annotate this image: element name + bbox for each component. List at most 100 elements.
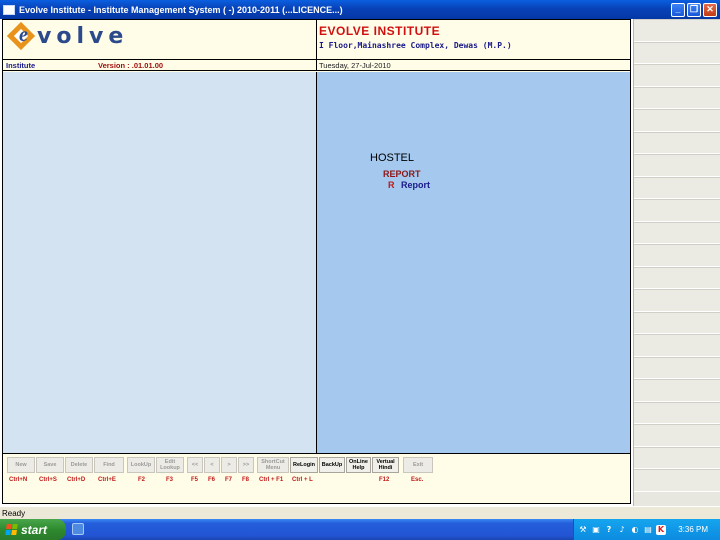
menu-panel: HOSTEL REPORT R Report (317, 72, 630, 453)
evolve-logo: e volve (6, 21, 129, 51)
system-clock[interactable]: 3:36 PM (678, 525, 708, 534)
last-record-button[interactable]: >> (238, 457, 254, 473)
shortcut-menu-shortcut: Ctrl + F1 (259, 477, 284, 483)
status-text: Ready (2, 509, 26, 518)
backup-button[interactable]: BackUp (319, 457, 345, 473)
system-tray: ⚒ ▣ ? ♪ ◐ ▤ K 3:36 PM (573, 519, 720, 540)
relogin-shortcut: Ctrl + L (292, 477, 313, 483)
side-panel-cell (634, 244, 720, 267)
edit-lookup-shortcut: F3 (166, 477, 174, 483)
save-button[interactable]: Save (36, 457, 64, 473)
side-panel-cell (634, 154, 720, 177)
window-titlebar: Evolve Institute - Institute Management … (0, 0, 720, 19)
restore-button[interactable]: ❐ (687, 2, 701, 17)
lookup-button[interactable]: LookUp (127, 457, 155, 473)
logo-text: volve (37, 23, 129, 49)
side-panel-cell (634, 19, 720, 42)
online-help-button[interactable]: OnLine Help (346, 457, 371, 473)
module-label: Institute (6, 61, 36, 70)
new-button[interactable]: New (7, 457, 35, 473)
side-panel-cell (634, 401, 720, 424)
institute-address: I Floor,Mainashree Complex, Dewas (M.P.) (319, 41, 512, 50)
exit-button[interactable]: Exit (403, 457, 433, 473)
previous-record-button[interactable]: < (204, 457, 220, 473)
left-workspace-panel (3, 72, 317, 453)
restore-icon: ❐ (689, 4, 699, 14)
delete-shortcut: Ctrl+D (67, 477, 86, 483)
lookup-shortcut: F2 (138, 477, 146, 483)
antivirus-tray-icon[interactable]: K (656, 524, 666, 535)
menu-subheading: REPORT (383, 169, 421, 179)
window-title: Evolve Institute - Institute Management … (19, 4, 343, 15)
next-record-shortcut: F7 (225, 477, 233, 483)
first-record-shortcut: F5 (191, 477, 199, 483)
menu-item-label: Report (401, 180, 431, 190)
find-button[interactable]: Find (94, 457, 124, 473)
app-header: e volve EVOLVE INSTITUTE I Floor,Mainash… (3, 20, 630, 60)
side-panel-cell (634, 266, 720, 289)
side-panel-cell (634, 221, 720, 244)
minimize-button[interactable]: _ (671, 2, 685, 17)
date-label: Tuesday, 27-Jul-2010 (319, 61, 391, 70)
save-shortcut: Ctrl+S (39, 477, 57, 483)
start-label: start (21, 522, 48, 537)
close-button[interactable]: ✕ (703, 2, 717, 17)
minimize-icon: _ (675, 4, 681, 14)
side-panel-cell (634, 109, 720, 132)
side-panel-cell (634, 356, 720, 379)
window-client-area: e volve EVOLVE INSTITUTE I Floor,Mainash… (0, 19, 720, 506)
close-icon: ✕ (706, 4, 714, 14)
header-divider (316, 20, 317, 60)
side-panel-cell (634, 446, 720, 469)
help-tray-icon[interactable]: ? (604, 525, 614, 535)
command-toolbar: New Save Delete Find LookUp Edit Lookup … (3, 453, 630, 503)
menu-item-hotkey: R (388, 180, 395, 190)
main-frame: e volve EVOLVE INSTITUTE I Floor,Mainash… (2, 19, 631, 504)
next-record-button[interactable]: > (221, 457, 237, 473)
side-panel-cell (634, 311, 720, 334)
side-panel-cell (634, 379, 720, 402)
side-panel-cell (634, 199, 720, 222)
version-label: Version : .01.01.00 (98, 61, 164, 70)
network-tray-icon[interactable]: ▣ (591, 525, 601, 535)
virtual-hindi-shortcut: F12 (379, 477, 390, 483)
start-button[interactable]: start (0, 519, 66, 540)
first-record-button[interactable]: << (187, 457, 203, 473)
app-icon (3, 4, 15, 15)
volume-tray-icon[interactable]: ♪ (617, 525, 627, 535)
delete-button[interactable]: Delete (65, 457, 93, 473)
logo-diamond-icon: e (6, 21, 36, 51)
logo-letter: e (19, 24, 28, 46)
institute-name: EVOLVE INSTITUTE (319, 24, 441, 38)
right-side-panel (633, 19, 720, 506)
menu-heading: HOSTEL (370, 152, 415, 164)
side-panel-cell (634, 334, 720, 357)
side-panel-cell (634, 64, 720, 87)
infobar-divider (316, 60, 317, 71)
quick-launch-icon[interactable] (72, 523, 84, 535)
relogin-button[interactable]: ReLogin (290, 457, 318, 473)
display-tray-icon[interactable]: ▤ (643, 525, 653, 535)
side-panel-cell (634, 289, 720, 312)
last-record-shortcut: F8 (242, 477, 250, 483)
side-panel-cell (634, 131, 720, 154)
status-bar: Ready (0, 506, 720, 519)
new-shortcut: Ctrl+N (9, 477, 28, 483)
side-panel-cell (634, 469, 720, 492)
info-bar: Institute Version : .01.01.00 Tuesday, 2… (3, 60, 630, 71)
edit-lookup-button[interactable]: Edit Lookup (156, 457, 184, 473)
tools-tray-icon[interactable]: ⚒ (578, 525, 588, 535)
find-shortcut: Ctrl+E (98, 477, 116, 483)
shortcut-menu-button[interactable]: ShortCut Menu (257, 457, 289, 473)
windows-taskbar: start ⚒ ▣ ? ♪ ◐ ▤ K 3:36 PM (0, 519, 720, 540)
exit-shortcut: Esc. (411, 477, 424, 483)
side-panel-cell (634, 41, 720, 64)
update-tray-icon[interactable]: ◐ (630, 525, 640, 535)
windows-flag-icon (5, 524, 18, 535)
side-panel-cell (634, 86, 720, 109)
virtual-hindi-button[interactable]: Vertual Hindi (372, 457, 399, 473)
menu-item-report[interactable]: R Report (388, 180, 430, 190)
side-panel-cell (634, 176, 720, 199)
previous-record-shortcut: F6 (208, 477, 216, 483)
side-panel-cell (634, 424, 720, 447)
